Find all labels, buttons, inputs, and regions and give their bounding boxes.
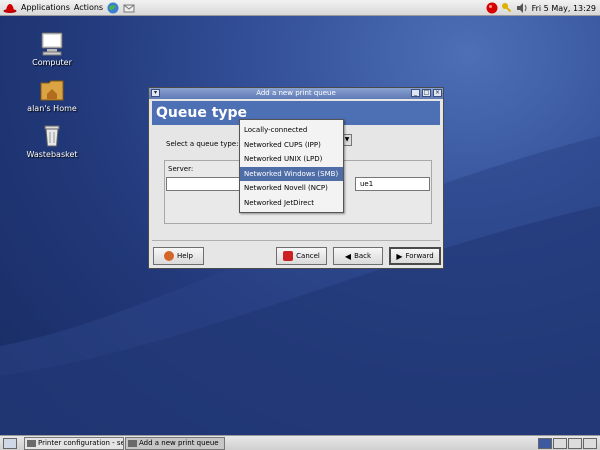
computer-icon	[41, 32, 63, 56]
help-button-label: Help	[177, 252, 193, 260]
applications-menu[interactable]: Applications	[21, 3, 70, 12]
queue-type-popup: Locally-connected Networked CUPS (IPP) N…	[239, 119, 344, 213]
workspace-3[interactable]	[568, 438, 582, 449]
printer-icon	[27, 440, 36, 447]
keys-icon[interactable]	[501, 2, 513, 14]
server-label: Server:	[168, 165, 194, 173]
desktop-icon-label: Computer	[32, 58, 72, 67]
queue-option-cups[interactable]: Networked CUPS (IPP)	[240, 138, 343, 153]
help-icon	[164, 251, 175, 261]
clock[interactable]: Fri 5 May, 13:29	[532, 4, 596, 13]
back-button-label: Back	[354, 252, 372, 260]
show-desktop-icon[interactable]	[3, 438, 17, 449]
desktop-icon-home[interactable]: alan's Home	[20, 78, 84, 113]
trash-icon	[44, 125, 60, 147]
close-button[interactable]: ×	[433, 89, 442, 97]
printer-icon	[128, 440, 137, 447]
volume-icon[interactable]	[516, 2, 528, 14]
workspace-2[interactable]	[553, 438, 567, 449]
taskbar-item-label: Printer configuration - ser	[38, 439, 124, 447]
taskbar-item-label: Add a new print queue	[139, 439, 219, 447]
home-folder-icon	[40, 80, 64, 101]
desktop-icon-label: alan's Home	[27, 104, 77, 113]
queue-input[interactable]: ue1	[355, 177, 430, 191]
cancel-icon	[283, 251, 294, 261]
dialog-titlebar[interactable]: ▾ Add a new print queue _ □ ×	[149, 88, 443, 99]
queue-option-ncp[interactable]: Networked Novell (NCP)	[240, 181, 343, 196]
forward-button[interactable]: ▶ Forward	[389, 247, 441, 265]
minimize-button[interactable]: _	[411, 89, 420, 97]
workspace-1[interactable]	[538, 438, 552, 449]
forward-button-label: Forward	[405, 252, 434, 260]
web-browser-icon[interactable]	[107, 2, 119, 14]
queue-option-smb[interactable]: Networked Windows (SMB)	[240, 166, 343, 182]
actions-menu[interactable]: Actions	[74, 3, 103, 12]
queue-option-jetdirect[interactable]: Networked JetDirect	[240, 196, 343, 211]
cancel-button-label: Cancel	[296, 252, 320, 260]
queue-option-lpd[interactable]: Networked UNIX (LPD)	[240, 152, 343, 167]
queue-type-label: Select a queue type:	[166, 140, 239, 148]
dialog-title: Add a new print queue	[256, 89, 336, 97]
queue-option-local[interactable]: Locally-connected	[240, 123, 343, 138]
maximize-button[interactable]: □	[422, 89, 431, 97]
update-alert-icon[interactable]	[486, 2, 498, 14]
back-arrow-icon: ◀	[344, 251, 352, 261]
email-icon[interactable]	[123, 2, 135, 14]
taskbar-item-printer-config[interactable]: Printer configuration - ser	[24, 437, 124, 450]
help-button[interactable]: Help	[153, 247, 204, 265]
top-panel: Applications Actions Fri 5 May, 13:29	[0, 0, 600, 16]
desktop-icon-label: Wastebasket	[26, 150, 78, 159]
workspace-4[interactable]	[583, 438, 597, 449]
window-menu-button[interactable]: ▾	[151, 89, 160, 97]
panel-tray: Fri 5 May, 13:29	[486, 0, 596, 16]
server-input[interactable]	[166, 177, 240, 191]
redhat-hat-icon[interactable]	[3, 2, 17, 14]
desktop-icon-computer[interactable]: Computer	[20, 32, 84, 67]
desktop-icon-wastebasket[interactable]: Wastebasket	[20, 124, 84, 159]
back-button[interactable]: ◀ Back	[333, 247, 383, 265]
forward-arrow-icon: ▶	[396, 251, 403, 261]
taskbar-item-add-queue[interactable]: Add a new print queue	[125, 437, 225, 450]
bottom-panel: Printer configuration - ser Add a new pr…	[0, 435, 600, 450]
button-separator	[152, 240, 440, 241]
cancel-button[interactable]: Cancel	[276, 247, 327, 265]
